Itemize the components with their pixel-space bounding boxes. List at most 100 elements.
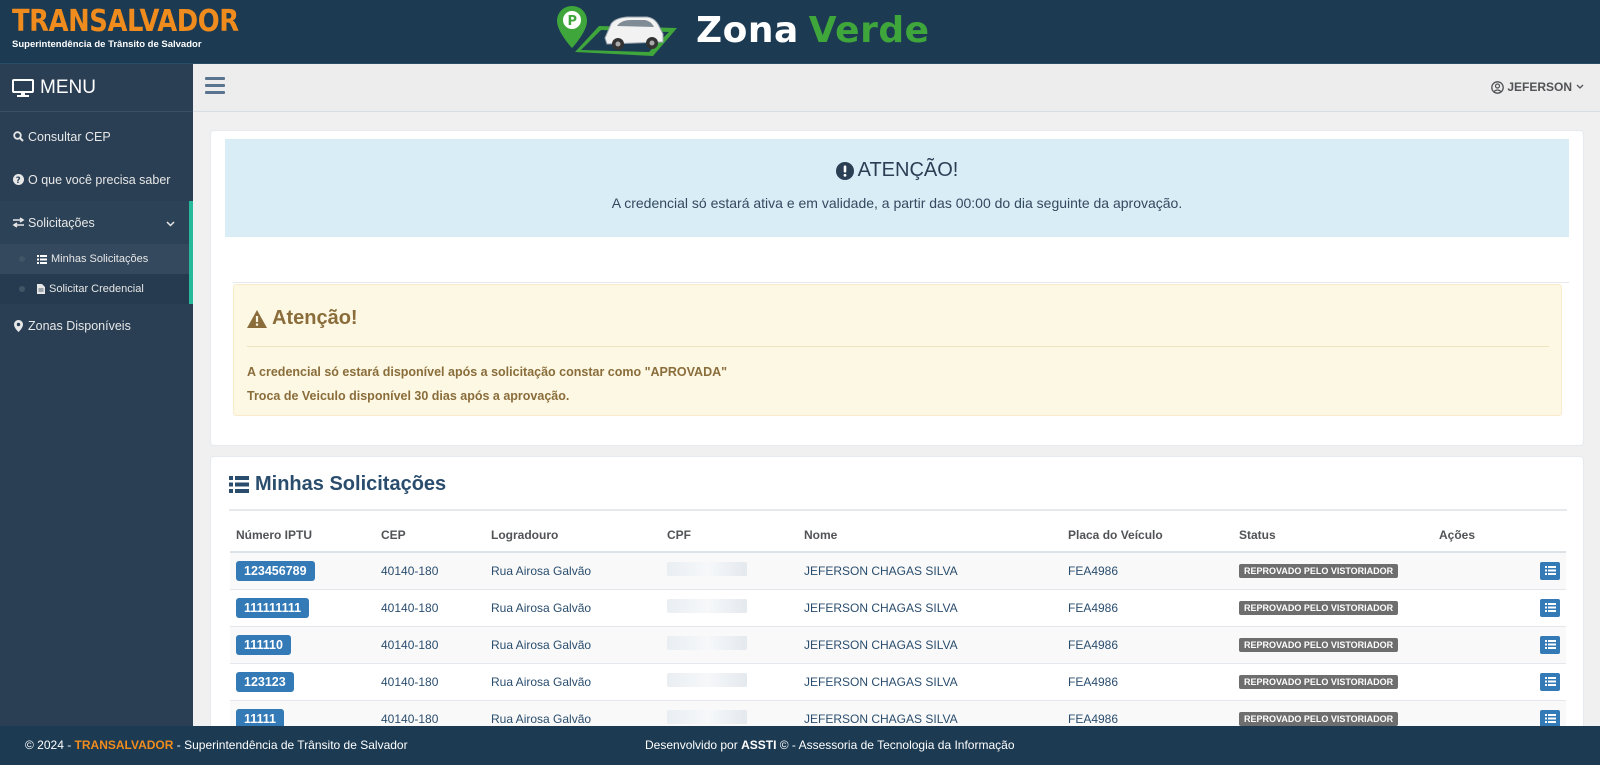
warning-alert-line: A credencial só estará disponível após a… [247, 365, 728, 379]
sidebar-submenu: Minhas Solicitações Solicitar Credencial [0, 244, 193, 304]
divider [247, 346, 1549, 347]
table-header-row: Número IPTU CEP Logradouro CPF Nome Plac… [230, 519, 1566, 553]
requests-title-text: Minhas Solicitações [255, 473, 447, 495]
cpf-cell [661, 662, 798, 700]
column-header[interactable]: Nome [798, 519, 1062, 553]
details-button[interactable] [1540, 561, 1560, 580]
column-header[interactable]: CPF [661, 519, 798, 553]
column-header[interactable]: Logradouro [485, 519, 661, 553]
requests-panel: Minhas Solicitações Número IPTU CEP Logr… [210, 456, 1584, 737]
logradouro-cell: Rua Airosa Galvão [485, 588, 661, 626]
requests-table: Número IPTU CEP Logradouro CPF Nome Plac… [230, 519, 1566, 737]
warning-alert-title: Atenção! [247, 307, 358, 330]
redacted-cpf [667, 636, 747, 650]
brand-subtitle: Superintendência de Trânsito de Salvador [12, 39, 202, 50]
cpf-cell [661, 588, 798, 626]
sidebar-item-zonas-disponiveis[interactable]: Zonas Disponíveis [0, 304, 193, 347]
placa-cell: FEA4986 [1062, 551, 1233, 589]
cep-cell: 40140-180 [375, 588, 485, 626]
requests-title: Minhas Solicitações [229, 473, 446, 496]
parking-car-logo: P [557, 6, 677, 56]
iptu-button[interactable]: 123123 [236, 671, 294, 692]
sidebar-item-label: Zonas Disponíveis [28, 318, 131, 333]
sidebar-subitem-minhas-solicitacoes[interactable]: Minhas Solicitações [0, 244, 189, 274]
cpf-cell [661, 625, 798, 663]
placa-cell: FEA4986 [1062, 588, 1233, 626]
svg-text:?: ? [16, 176, 21, 185]
column-header[interactable]: Status [1233, 519, 1433, 553]
sidebar-subitem-label: Solicitar Credencial [49, 283, 144, 295]
footer-developer: Desenvolvido por ASSTI © - Assessoria de… [645, 738, 1015, 752]
footer-copyright: © 2024 - TRANSALVADOR - Superintendência… [25, 738, 408, 752]
details-button[interactable] [1540, 672, 1560, 691]
nome-cell: JEFERSON CHAGAS SILVA [798, 662, 1062, 700]
question-icon: ? [12, 174, 25, 185]
footer: © 2024 - TRANSALVADOR - Superintendência… [0, 726, 1600, 765]
list-icon [1544, 566, 1556, 576]
svg-text:P: P [568, 14, 578, 29]
info-alert-title: ATENÇÃO! [225, 159, 1569, 182]
column-header[interactable]: Placa do Veículo [1062, 519, 1233, 553]
status-badge: REPROVADO PELO VISTORIADOR [1239, 564, 1399, 579]
chevron-down-icon [1576, 84, 1584, 89]
footer-org: TRANSALVADOR [74, 738, 174, 752]
list-icon [37, 254, 47, 264]
redacted-cpf [667, 599, 747, 613]
placa-cell: FEA4986 [1062, 662, 1233, 700]
footer-copy-suffix: - Superintendência de Trânsito de Salvad… [173, 738, 408, 752]
iptu-button[interactable]: 123456789 [236, 560, 315, 581]
details-button[interactable] [1540, 635, 1560, 654]
logradouro-cell: Rua Airosa Galvão [485, 625, 661, 663]
cep-cell: 40140-180 [375, 625, 485, 663]
footer-dev-suffix: © - Assessoria de Tecnologia da Informaç… [776, 738, 1015, 752]
sidebar-item-label: Solicitações [28, 215, 95, 230]
sidebar-subitem-solicitar-credencial[interactable]: Solicitar Credencial [0, 274, 189, 304]
warning-alert: Atenção! A credencial só estará disponív… [233, 284, 1562, 416]
status-badge: REPROVADO PELO VISTORIADOR [1239, 675, 1399, 689]
sidebar-subitem-label: Minhas Solicitações [51, 253, 149, 265]
sidebar-item-solicitacoes[interactable]: Solicitações [0, 201, 193, 244]
status-badge: REPROVADO PELO VISTORIADOR [1239, 712, 1399, 727]
user-menu[interactable]: JEFERSON [1491, 80, 1588, 94]
map-marker-icon [12, 319, 25, 332]
divider [233, 282, 1569, 283]
file-icon [37, 284, 45, 294]
footer-dev-prefix: Desenvolvido por [645, 738, 742, 752]
sidebar-item-label: O que você precisa saber [28, 172, 171, 187]
list-icon [229, 476, 249, 493]
info-alert-text: A credencial só estará ativa e em valida… [611, 195, 1183, 211]
list-icon [1544, 677, 1556, 686]
brand-logo[interactable]: TRANSALVADOR Superintendência de Trânsit… [12, 6, 276, 51]
column-header[interactable]: CEP [375, 519, 485, 553]
warning-alert-title-text: Atenção! [272, 307, 358, 329]
sidebar-item-o-que-saber[interactable]: ? O que você precisa saber [0, 158, 193, 201]
redacted-cpf [667, 562, 747, 577]
cep-cell: 40140-180 [375, 551, 485, 589]
placa-cell: FEA4986 [1062, 625, 1233, 663]
iptu-button[interactable]: 111110 [236, 634, 291, 655]
top-header: TRANSALVADOR Superintendência de Trânsit… [0, 0, 1600, 64]
menu-title: MENU [40, 76, 96, 98]
warning-triangle-icon [247, 309, 267, 328]
details-button[interactable] [1540, 598, 1560, 617]
logradouro-cell: Rua Airosa Galvão [485, 662, 661, 700]
redacted-cpf [667, 710, 747, 725]
search-icon [12, 131, 25, 142]
list-icon [1544, 714, 1556, 724]
menu-header: MENU [0, 64, 193, 112]
info-alert-title-text: ATENÇÃO! [857, 159, 959, 181]
status-badge: REPROVADO PELO VISTORIADOR [1239, 638, 1399, 652]
exclamation-circle-icon [835, 161, 854, 180]
alerts-panel: ATENÇÃO! A credencial só estará ativa e … [210, 130, 1584, 446]
status-badge: REPROVADO PELO VISTORIADOR [1239, 601, 1399, 615]
user-circle-icon [1491, 80, 1505, 94]
monitor-icon [12, 78, 34, 97]
menu-toggle-icon[interactable] [205, 77, 225, 95]
table-row: 123123 40140-180 Rua Airosa Galvão JEFER… [230, 662, 1566, 700]
sidebar: MENU Consultar CEP ? O que você precisa … [0, 64, 193, 726]
iptu-button[interactable]: 111111111 [236, 597, 310, 618]
chevron-down-icon [166, 216, 175, 230]
table-row: 123456789 40140-180 Rua Airosa Galvão JE… [230, 551, 1566, 589]
column-header[interactable]: Número IPTU [230, 519, 375, 553]
sidebar-item-consultar-cep[interactable]: Consultar CEP [0, 115, 193, 158]
